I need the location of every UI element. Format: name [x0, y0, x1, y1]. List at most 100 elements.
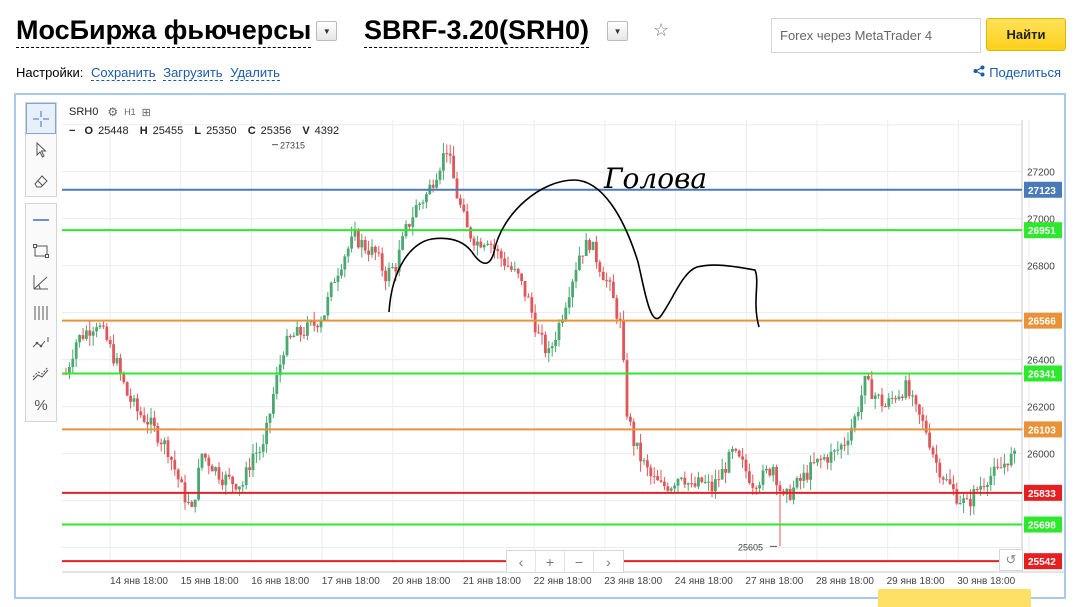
candle-body	[268, 413, 272, 423]
annotation-label: 25605	[738, 542, 763, 552]
candle-body	[523, 280, 527, 297]
legend-v-label: V	[302, 125, 310, 137]
candle-body	[666, 486, 670, 491]
candle	[1006, 463, 1010, 472]
channel-tool[interactable]	[26, 359, 56, 390]
candle-body	[952, 484, 955, 490]
candle	[683, 471, 687, 488]
candle-body	[622, 320, 625, 361]
candle-body	[680, 477, 683, 479]
compare-icon[interactable]: ⊞	[142, 106, 151, 119]
candle-body	[829, 451, 833, 463]
search-input[interactable]	[771, 18, 981, 53]
gear-icon[interactable]: ⚙	[107, 105, 118, 119]
candle-body	[292, 335, 296, 338]
chart-plot[interactable]: 2600026200264002680027000272002712326951…	[62, 102, 1064, 597]
candle-body	[112, 344, 115, 364]
candle-body	[700, 477, 704, 483]
y-tick-label: 27200	[1027, 168, 1055, 179]
crosshair-tool[interactable]	[26, 103, 56, 134]
candle-body	[904, 380, 908, 398]
zoom-in-button[interactable]: +	[536, 551, 565, 572]
candle	[635, 442, 639, 450]
trend-angle-tool[interactable]	[26, 266, 56, 297]
candle	[173, 450, 177, 476]
vertical-lines-tool[interactable]	[26, 297, 56, 328]
reset-chart-button[interactable]: ↺	[999, 549, 1023, 571]
scroll-left-button[interactable]: ‹	[507, 551, 536, 572]
candle-body	[856, 411, 860, 417]
candle-body	[683, 477, 687, 485]
indicator-icon	[32, 336, 49, 347]
candle-body	[411, 217, 415, 227]
market-dropdown-button[interactable]: ▼	[316, 21, 338, 41]
handwritten-curve	[388, 179, 760, 328]
share-link[interactable]: Поделиться	[973, 65, 1061, 80]
market-selector[interactable]: МосБиржа фьючерсы ▼	[16, 14, 338, 48]
rectangle-tool[interactable]	[26, 235, 56, 266]
x-tick-label: 27 янв 18:00	[745, 576, 803, 587]
candle-body	[941, 477, 945, 480]
candle	[795, 476, 799, 490]
candle-body	[513, 268, 517, 270]
candle	[680, 476, 683, 481]
candle	[809, 455, 812, 491]
candle	[241, 481, 245, 493]
candle	[625, 353, 629, 420]
candle-body	[74, 342, 78, 359]
symbol-dropdown-button[interactable]: ▼	[607, 21, 629, 41]
candle-body	[935, 454, 938, 463]
candle-body	[221, 479, 224, 486]
load-link[interactable]: Загрузить	[163, 65, 223, 81]
candle-body	[472, 238, 476, 246]
candle-body	[778, 485, 782, 492]
candle	[639, 433, 642, 472]
candle	[601, 266, 605, 281]
legend-timeframe[interactable]: H1	[124, 107, 136, 117]
symbol-title[interactable]: SBRF-3.20(SRH0)	[364, 14, 590, 48]
candle	[513, 261, 517, 272]
indicator-tool[interactable]	[26, 328, 56, 359]
cursor-tool[interactable]	[26, 134, 56, 165]
candle-body	[180, 479, 183, 483]
symbol-selector[interactable]: SBRF-3.20(SRH0) ▼	[364, 14, 629, 48]
candle-body	[431, 184, 435, 188]
candle	[292, 332, 296, 338]
candle-body	[336, 275, 340, 282]
horizontal-line-tool[interactable]	[26, 204, 56, 235]
candle	[210, 464, 214, 472]
candle	[833, 449, 836, 461]
candle	[125, 381, 129, 397]
candle	[336, 267, 340, 291]
candle-body	[367, 250, 370, 255]
candle	[142, 407, 146, 424]
price-level-label: 26566	[1028, 317, 1056, 328]
candle-body	[384, 270, 387, 282]
candle-body	[234, 484, 238, 490]
zoom-out-button[interactable]: −	[565, 551, 594, 572]
search-button[interactable]: Найти	[986, 18, 1066, 51]
candle-body	[81, 335, 85, 339]
candle-body	[438, 170, 442, 180]
candle-body	[1006, 463, 1010, 466]
candle	[819, 455, 823, 469]
percent-tool[interactable]: %	[26, 390, 56, 421]
candle	[204, 453, 207, 462]
delete-link[interactable]: Удалить	[230, 65, 280, 81]
candle	[115, 353, 119, 366]
star-icon[interactable]: ☆	[653, 20, 669, 41]
candle	[418, 201, 421, 211]
legend-l-value: 25350	[206, 125, 237, 137]
candle-body	[486, 243, 489, 245]
candle	[214, 466, 217, 476]
candle-body	[394, 266, 398, 272]
scroll-right-button[interactable]: ›	[594, 551, 623, 572]
candle	[544, 331, 547, 358]
candle-body	[737, 450, 741, 457]
bottom-yellow-panel[interactable]	[878, 589, 1031, 607]
candle	[659, 469, 663, 483]
market-title[interactable]: МосБиржа фьючерсы	[16, 14, 312, 48]
save-link[interactable]: Сохранить	[90, 65, 156, 81]
candle-body	[938, 462, 942, 478]
eraser-tool[interactable]	[26, 165, 56, 196]
